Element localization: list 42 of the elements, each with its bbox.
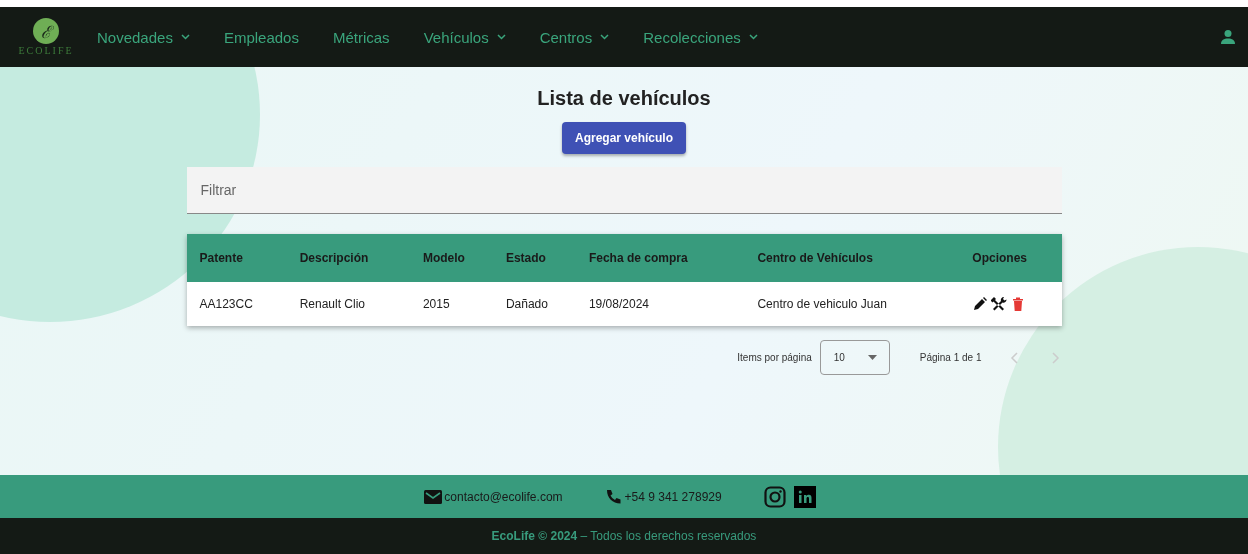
nav-link[interactable]: Métricas [332,28,390,46]
column-header: Patente [186,234,287,282]
nav-link[interactable]: Vehículos [423,28,489,46]
column-header: Opciones [959,234,1062,282]
contact-email[interactable]: contacto@ecolife.com [444,489,563,504]
filter-field[interactable]: Filtrar [186,167,1062,214]
nav-link[interactable]: Recolecciones [643,28,741,46]
column-header: Estado [492,234,576,282]
page-title: Lista de vehículos [537,87,711,110]
contact-phone: +54 9 341 278929 [624,489,722,504]
column-header: Modelo [409,234,493,282]
logo-mark[interactable]: ℰ [33,18,59,44]
logo-text: ECOLIFE [18,45,74,56]
nav-link[interactable]: Empleados [223,28,299,46]
table-cell: Renault Clio [286,282,410,326]
instagram-icon[interactable] [763,485,786,508]
column-header: Fecha de compra [575,234,745,282]
table-cell: Dañado [492,282,576,326]
table-cell: 19/08/2024 [575,282,745,326]
page-size-select[interactable]: 10 [819,340,890,375]
caret-icon [867,355,877,360]
chevron-down-icon [496,34,506,40]
table-cell: AA123CC [186,282,287,326]
column-header: Descripción [286,234,410,282]
chevron-down-icon [180,34,190,40]
nav-link[interactable]: Centros [539,28,593,46]
page-range: Página 1 de 1 [919,352,982,363]
nav-link[interactable]: Novedades [97,28,173,46]
copyright-text: EcoLife © 2024 – Todos los derechos reservados [491,529,757,543]
add-vehicle-button[interactable]: Agregar vehículo [562,122,686,154]
table-cell: 2015 [409,282,493,326]
tools-icon[interactable] [991,296,1008,312]
phone-icon [604,488,623,505]
linkedin-icon[interactable] [793,485,816,508]
items-per-page-label: Items por página [737,352,812,363]
user-icon[interactable] [1220,29,1236,45]
table-cell: Centro de vehiculo Juan [744,282,960,326]
envelope-icon [424,488,443,505]
column-header: Centro de Vehículos [744,234,960,282]
pencil-icon[interactable] [972,296,989,312]
chevron-down-icon [748,34,758,40]
chevron-down-icon [600,34,610,40]
